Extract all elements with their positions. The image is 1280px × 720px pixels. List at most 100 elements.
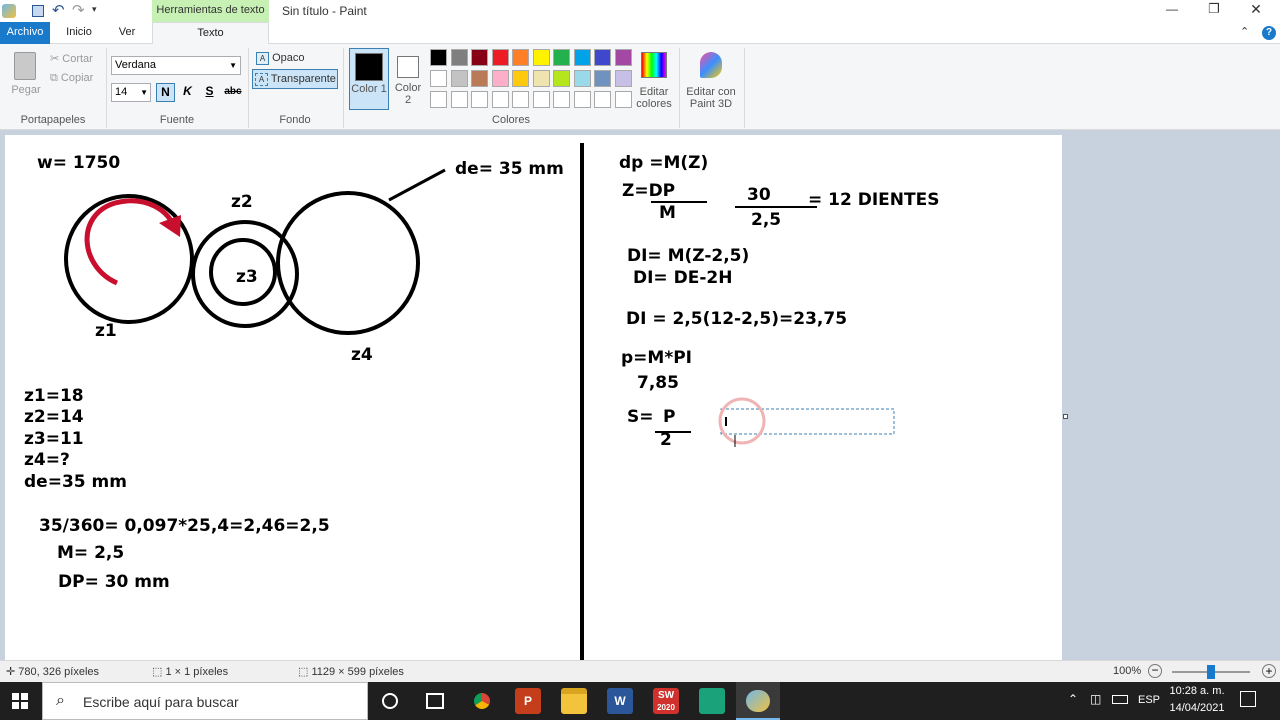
quick-access-dropdown-icon[interactable]: ▾ [92, 4, 97, 15]
solidworks-icon[interactable]: SW 2020 [653, 688, 679, 714]
rotation-arrow [84, 198, 178, 286]
palette-swatch[interactable] [471, 49, 488, 66]
note-r5: DI = 2,5(12-2,5)=23,75 [626, 309, 848, 329]
note-list-3: z3=11 [24, 429, 84, 449]
chrome-icon[interactable] [469, 688, 495, 714]
tray-chevron-up-icon[interactable]: ⌃ [1068, 692, 1078, 706]
color2-button[interactable]: Color 2 [393, 48, 423, 110]
tab-inicio[interactable]: Inicio [56, 22, 102, 44]
note-list-1: z1=18 [24, 386, 84, 406]
search-box[interactable]: ⌕ Escribe aquí para buscar [42, 682, 368, 720]
palette-swatch[interactable] [614, 70, 632, 87]
palette-swatch[interactable] [594, 70, 611, 87]
palette-swatch[interactable] [450, 91, 468, 108]
italic-button[interactable]: K [178, 83, 197, 102]
palette-swatch[interactable] [491, 70, 509, 87]
palette-swatch[interactable] [450, 49, 468, 66]
opaque-label: Opaco [272, 52, 305, 64]
palette-swatch[interactable] [532, 91, 550, 108]
zoom-out-button[interactable]: − [1148, 664, 1162, 678]
paint-taskbar-button[interactable] [736, 682, 780, 720]
close-button[interactable]: ✕ [1244, 1, 1268, 18]
cortana-icon[interactable] [382, 693, 398, 709]
palette-swatch[interactable] [573, 70, 591, 87]
palette-swatch[interactable] [614, 49, 632, 66]
transparent-button[interactable]: A Transparente [252, 69, 338, 89]
palette-swatch[interactable] [594, 49, 611, 66]
palette-swatch[interactable] [573, 91, 591, 108]
palette-swatch[interactable] [614, 91, 632, 108]
paste-button[interactable]: Pegar [8, 48, 44, 100]
file-explorer-icon[interactable] [561, 688, 587, 714]
notification-icon[interactable] [1240, 691, 1256, 707]
palette-swatch[interactable] [491, 49, 509, 66]
palette-swatch[interactable] [594, 91, 611, 108]
palette-swatch[interactable] [553, 91, 570, 108]
copy-button[interactable]: ⧉ Copiar [50, 72, 93, 85]
palette-swatch[interactable] [512, 70, 529, 87]
windows-start-icon[interactable] [12, 693, 28, 709]
undo-icon[interactable]: ↶ [52, 1, 65, 19]
palette-swatch[interactable] [553, 49, 570, 66]
filmora-icon[interactable] [699, 688, 725, 714]
clock-time[interactable]: 10:28 a. m. [1168, 685, 1226, 697]
bold-button[interactable]: N [156, 83, 175, 102]
color1-swatch [355, 53, 383, 81]
redo-icon[interactable]: ↷ [72, 1, 85, 19]
tab-ver[interactable]: Ver [104, 22, 150, 44]
font-size-select[interactable]: 14 ▼ [111, 83, 151, 102]
cut-button[interactable]: ✂ Cortar [50, 52, 93, 65]
group-label-colors: Colores [492, 114, 530, 126]
save-icon[interactable] [32, 5, 44, 17]
palette-swatch[interactable] [430, 49, 447, 66]
color1-button[interactable]: Color 1 [349, 48, 389, 110]
palette-swatch[interactable] [553, 70, 570, 87]
color1-label: Color 1 [351, 83, 387, 95]
color-palette [428, 48, 638, 112]
palette-swatch[interactable] [491, 91, 509, 108]
tab-archivo[interactable]: Archivo [0, 22, 50, 44]
zoom-slider-thumb[interactable] [1207, 665, 1215, 679]
palette-swatch[interactable] [512, 91, 529, 108]
note-list-5: de=35 mm [24, 472, 127, 492]
palette-swatch[interactable] [471, 91, 488, 108]
battery-icon[interactable] [1112, 695, 1128, 704]
palette-swatch[interactable] [450, 70, 468, 87]
status-bar: ✛ 780, 326 píxeles ⬚ 1 × 1 píxeles ⬚ 112… [0, 660, 1280, 682]
palette-swatch[interactable] [532, 49, 550, 66]
edit-colors-label: Editar colores [636, 86, 672, 110]
paint3d-button[interactable]: Editar con Paint 3D [682, 48, 740, 110]
network-icon[interactable]: ◫ [1090, 692, 1101, 706]
task-view-icon[interactable] [426, 693, 444, 709]
collapse-ribbon-icon[interactable]: ⌃ [1240, 25, 1249, 38]
zoom-slider[interactable] [1172, 665, 1250, 679]
paint-app-icon[interactable] [2, 4, 16, 18]
palette-swatch[interactable] [532, 70, 550, 87]
restore-button[interactable]: ❐ [1202, 1, 1226, 17]
edit-colors-button[interactable]: Editar colores [636, 48, 672, 110]
powerpoint-icon[interactable]: P [515, 688, 541, 714]
help-icon[interactable]: ? [1262, 26, 1276, 40]
clock-date[interactable]: 14/04/2021 [1168, 702, 1226, 714]
palette-swatch[interactable] [573, 49, 591, 66]
canvas-resize-handle[interactable] [1063, 414, 1068, 419]
palette-swatch[interactable] [512, 49, 529, 66]
opaque-button[interactable]: A Opaco [254, 50, 338, 68]
language-indicator[interactable]: ESP [1138, 694, 1160, 706]
chevron-down-icon: ▼ [229, 61, 237, 70]
strikethrough-button[interactable]: abc [222, 83, 244, 102]
drawing-canvas[interactable]: w= 1750 de= 35 mm z2 z3 z1 z4 z1=18 z2=1… [5, 135, 1062, 660]
zoom-in-button[interactable]: + [1262, 664, 1276, 678]
palette-swatch[interactable] [430, 91, 447, 108]
word-icon[interactable]: W [607, 688, 633, 714]
palette-swatch[interactable] [471, 70, 488, 87]
underline-button[interactable]: S [200, 83, 219, 102]
tab-texto[interactable]: Texto [152, 22, 269, 45]
font-family-select[interactable]: Verdana ▼ [111, 56, 241, 75]
search-icon: ⌕ [56, 692, 65, 709]
text-box-selection [720, 408, 895, 435]
note-list-4: z4=? [24, 450, 70, 470]
palette-swatch[interactable] [430, 70, 447, 87]
minimize-button[interactable]: — [1160, 2, 1184, 16]
gear-z4-circle [276, 191, 420, 335]
